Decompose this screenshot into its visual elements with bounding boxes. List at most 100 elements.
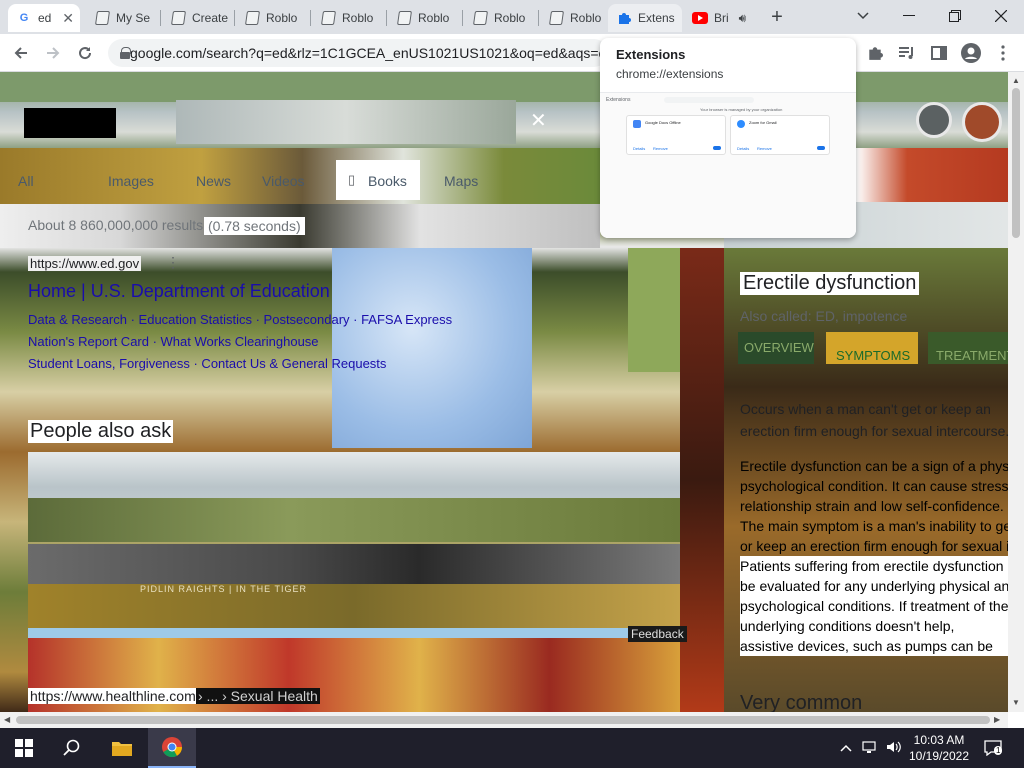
media-controls-button[interactable] [894,40,920,66]
restore-button[interactable] [932,0,978,32]
extensions-button[interactable] [862,40,888,66]
kp-tab-treatments[interactable]: TREATMENTS [936,348,1008,363]
tab-roblox-4[interactable]: Roblo [464,4,536,32]
horizontal-scroll-thumb[interactable] [16,716,990,724]
reload-icon [79,47,92,60]
kebab-menu-icon [1001,45,1005,61]
kebab-menu-icon[interactable]: ⋮ [166,254,180,271]
document-icon [472,10,488,26]
network-icon[interactable] [862,740,878,757]
sitelinks-row[interactable]: Nation's Report Card · What Works Cleari… [28,334,319,349]
back-button[interactable] [8,40,34,66]
show-hidden-icons[interactable] [840,740,852,755]
glitch-band [28,628,680,638]
tab-create[interactable]: Create [162,4,234,32]
page-content: ✕ All Images News Videos ▯ Books Maps Ab… [0,72,1008,712]
tab-roblox-1[interactable]: Roblo [236,4,308,32]
clear-search-icon[interactable]: ✕ [530,108,550,134]
search-box[interactable] [176,100,516,144]
chrome-menu-button[interactable] [990,40,1016,66]
glitch-band [28,544,680,584]
kp-tab-symptoms[interactable]: SYMPTOMS [836,348,910,363]
thumb-notice: Your browser is managed by your organiza… [700,107,783,112]
scroll-up-icon[interactable]: ▲ [1012,76,1020,85]
result-url[interactable]: https://www.ed.gov [28,256,142,271]
tab-separator [462,10,463,26]
youtube-icon [692,10,708,26]
browser-toolbar: google.com/search?q=ed&rlz=1C1GCEA_enUS1… [0,34,1024,72]
also-called: Also called: ED, impotence [740,308,908,324]
search-tab-videos[interactable]: Videos [262,173,305,189]
forward-arrow-icon [47,47,60,59]
tab-roblox-2[interactable]: Roblo [312,4,384,32]
windows-taskbar: 10:03 AM 10/19/2022 1 [0,728,1024,768]
account-avatar[interactable] [962,102,1002,142]
tab-roblox-3[interactable]: Roblo [388,4,460,32]
clock-date: 10/19/2022 [908,749,970,763]
kp-tab-overview[interactable]: OVERVIEW [744,340,814,355]
hover-card-title: Extensions [616,47,686,62]
file-explorer-button[interactable] [98,728,146,768]
document-icon [170,10,186,26]
tab-extensions[interactable]: Extens [608,4,682,32]
thumb-details: Details [633,146,646,151]
address-bar[interactable]: google.com/search?q=ed&rlz=1C1GCEA_enUS1… [108,39,608,67]
tab-google-search[interactable]: G ed ✕ [8,4,80,32]
scroll-down-icon[interactable]: ▼ [1012,698,1020,707]
audio-playing-icon[interactable]: 🔊︎ [739,11,747,26]
vertical-scroll-thumb[interactable] [1012,88,1020,238]
search-tab-books[interactable]: Books [368,173,407,189]
sitelinks-row[interactable]: Data & Research · Education Statistics ·… [28,312,452,327]
tab-my-se[interactable]: My Se [86,4,158,32]
side-panel-button[interactable] [926,40,952,66]
docs-icon [633,120,641,128]
tab-separator [234,10,235,26]
close-window-button[interactable] [978,0,1024,32]
feedback-link[interactable]: Feedback [628,626,687,642]
search-tab-maps[interactable]: Maps [444,173,478,189]
new-tab-button[interactable]: + [766,6,788,28]
notification-center-button[interactable]: 1 [984,740,1003,759]
scroll-right-icon[interactable]: ▶ [994,715,1000,724]
chrome-window: G ed ✕ My Se Create Roblo Roblo Roblo Ro… [0,0,1024,768]
document-icon [548,10,564,26]
tab-title: Roblo [494,11,526,25]
volume-icon[interactable] [886,740,902,757]
scroll-left-icon[interactable]: ◀ [4,715,10,724]
tab-roblox-5[interactable]: Roblo [540,4,610,32]
minimize-button[interactable] [886,0,932,32]
vertical-scrollbar[interactable]: ▲ ▼ [1008,72,1024,712]
tab-youtube[interactable]: Bri 🔊︎ [684,4,758,32]
sky-image-glitch [332,248,532,448]
close-tab-icon[interactable]: ✕ [62,10,74,27]
search-tab-news[interactable]: News [196,173,231,189]
chrome-taskbar-button[interactable] [148,728,196,768]
reload-button[interactable] [72,40,98,66]
search-tab-images[interactable]: Images [108,173,154,189]
search-tab-all[interactable]: All [18,173,34,189]
settings-gear-icon[interactable] [916,102,952,138]
horizontal-scrollbar[interactable]: ◀ ▶ [0,712,1008,728]
music-queue-icon [899,47,913,59]
sitelinks-row[interactable]: Student Loans, Forgiveness · Contact Us … [28,356,386,371]
thumb-card: Zoom for Gmail Details Remove [730,115,830,155]
tab-title: My Se [116,11,151,25]
search-button[interactable] [48,728,96,768]
glitch-band [28,584,680,628]
minimize-icon [903,15,915,16]
forward-button[interactable] [40,40,66,66]
search-icon [63,739,80,756]
document-icon [244,10,260,26]
system-clock[interactable]: 10:03 AM 10/19/2022 [904,732,974,764]
thumb-details: Details [737,146,750,151]
tab-separator [160,10,161,26]
profile-button[interactable] [958,40,984,66]
result-url[interactable]: https://www.healthline.com [28,688,198,704]
result-breadcrumb[interactable]: › ... › Sexual Health [196,688,320,704]
avatar-icon [961,43,981,63]
hover-card-thumbnail: Extensions Your browser is managed by yo… [600,92,856,238]
result-title-link[interactable]: Home | U.S. Department of Education [28,281,330,302]
tab-search-button[interactable] [840,0,886,32]
thumb-card: Google Docs Offline Details Remove [626,115,726,155]
start-button[interactable] [0,728,48,768]
